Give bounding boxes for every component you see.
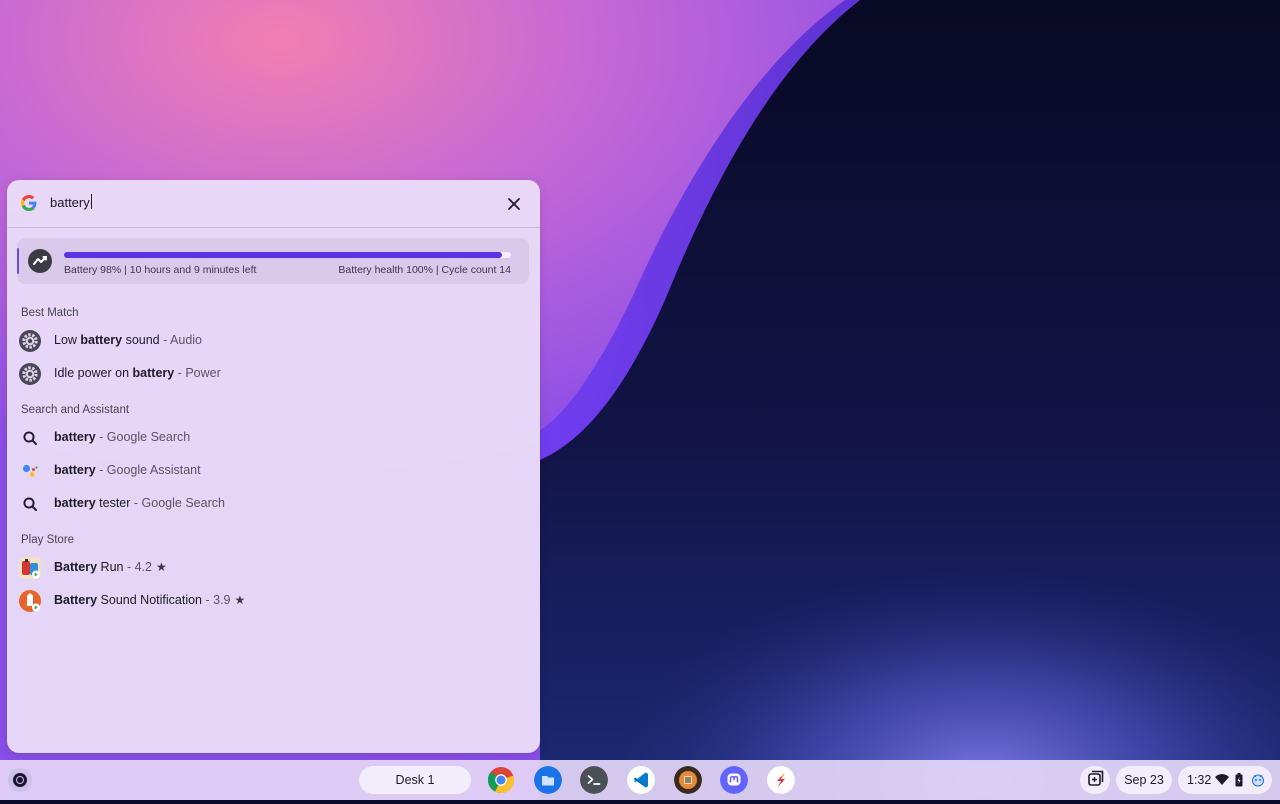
result-low-battery-sound[interactable]: Low battery sound - Audio: [17, 326, 527, 356]
battery-icon: [1235, 773, 1243, 787]
battery-run-app-icon: [19, 557, 41, 579]
section-title-search-assistant: Search and Assistant: [21, 404, 130, 416]
settings-gear-icon: [19, 330, 41, 352]
launcher-search-bar[interactable]: battery: [7, 180, 540, 228]
desk-overview-icon: [1088, 770, 1104, 786]
mastodon-icon[interactable]: [720, 766, 748, 794]
result-battery-tester-search[interactable]: battery tester - Google Search: [17, 489, 527, 519]
clock: 1:32: [1187, 773, 1212, 787]
battery-level-bar: [64, 252, 511, 258]
result-label: Battery Sound Notification - 3.9 ★: [54, 593, 245, 607]
wifi-icon: [1215, 774, 1229, 785]
close-icon[interactable]: [505, 195, 523, 213]
shelf: Desk 1 Sep 23 1:32: [0, 760, 1280, 800]
section-title-play-store: Play Store: [21, 534, 75, 546]
label-rest: Sound Notification: [97, 593, 203, 607]
battery-sound-app-icon: [19, 590, 41, 612]
label-rating: - 3.9: [202, 593, 231, 607]
label-rest: sound: [122, 333, 160, 347]
label-prefix: Idle power on: [54, 366, 133, 380]
search-icon: [23, 497, 37, 511]
result-battery-google-assistant[interactable]: battery - Google Assistant: [17, 456, 527, 486]
vscode-icon[interactable]: [627, 766, 655, 794]
account-icon: [1252, 774, 1264, 787]
app-icon[interactable]: [674, 766, 702, 794]
result-label: battery - Google Search: [54, 430, 190, 444]
label-match: Battery: [54, 593, 98, 607]
status-area[interactable]: 1:32: [1178, 766, 1272, 794]
battery-health-icon: [28, 249, 52, 273]
result-battery-sound-notification[interactable]: Battery Sound Notification - 3.9 ★: [17, 586, 527, 616]
result-battery-run[interactable]: Battery Run - 4.2 ★: [17, 553, 527, 583]
chrome-icon[interactable]: [487, 766, 515, 794]
label-category: - Audio: [159, 333, 203, 347]
result-label: battery - Google Assistant: [54, 463, 201, 477]
section-title-best-match: Best Match: [21, 307, 79, 319]
launcher-panel: battery Battery 98% | 10 hours and 9 min…: [7, 180, 540, 753]
star-icon: ★: [155, 560, 167, 574]
battery-status-text: Battery 98% | 10 hours and 9 minutes lef…: [64, 264, 257, 276]
battery-level-fill: [64, 252, 503, 258]
label-match: battery: [54, 430, 96, 444]
battery-health-text: Battery health 100% | Cycle count 14: [338, 264, 511, 276]
settings-gear-icon: [19, 363, 41, 385]
result-label: Low battery sound - Audio: [54, 333, 202, 347]
star-icon: ★: [234, 593, 246, 607]
files-icon[interactable]: [534, 766, 562, 794]
launcher-icon: [13, 773, 27, 787]
search-input[interactable]: battery: [50, 193, 92, 213]
result-label: Idle power on battery - Power: [54, 366, 221, 380]
terminal-icon[interactable]: [580, 766, 608, 794]
desk-button[interactable]: Desk 1: [359, 766, 471, 794]
overview-button[interactable]: [1080, 766, 1110, 794]
text-caret: [90, 194, 92, 209]
label-prefix: Low: [54, 333, 81, 347]
label-rest: Run: [97, 560, 124, 574]
result-idle-power-on-battery[interactable]: Idle power on battery - Power: [17, 359, 527, 389]
google-assistant-icon: [22, 464, 38, 477]
label-match: battery: [54, 463, 96, 477]
date-button[interactable]: Sep 23: [1116, 766, 1172, 794]
google-logo-icon: [21, 195, 37, 211]
label-category: - Google Assistant: [95, 463, 201, 477]
result-label: battery tester - Google Search: [54, 496, 225, 510]
result-label: Battery Run - 4.2 ★: [54, 560, 167, 574]
search-query-text: battery: [50, 195, 90, 210]
search-icon: [23, 431, 37, 445]
result-battery-google-search[interactable]: battery - Google Search: [17, 423, 527, 453]
launcher-button[interactable]: [8, 768, 32, 792]
label-category: - Google Search: [95, 430, 191, 444]
label-match: battery: [132, 366, 175, 380]
label-match: battery: [54, 496, 96, 510]
label-category: - Power: [174, 366, 221, 380]
card-accent: [17, 248, 19, 274]
label-match: Battery: [54, 560, 98, 574]
label-rest: tester: [95, 496, 131, 510]
app-icon[interactable]: [767, 766, 795, 794]
label-match: battery: [80, 333, 123, 347]
battery-status-card[interactable]: Battery 98% | 10 hours and 9 minutes lef…: [17, 238, 529, 284]
label-rating: - 4.2: [123, 560, 152, 574]
label-category: - Google Search: [130, 496, 225, 510]
